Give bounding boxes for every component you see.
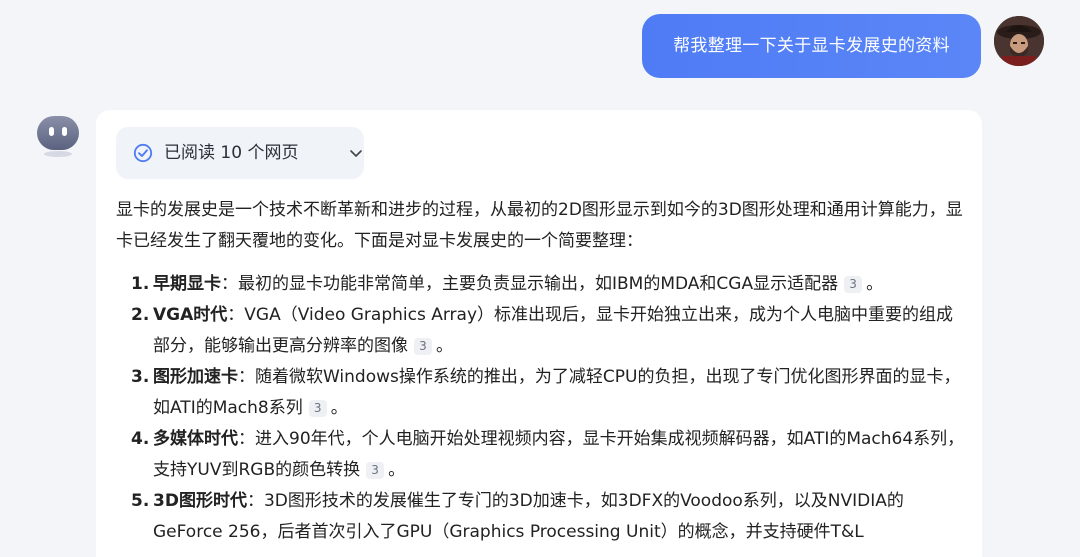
list-item-separator: ： [227,305,245,325]
check-circle-icon [133,143,153,163]
answer-card: 已阅读 10 个网页 显卡的发展史是一个技术不断革新和进步的过程，从最初的2D图… [96,110,982,557]
bot-avatar [35,114,81,158]
history-list: 1. 早期显卡：最初的显卡功能非常简单，主要负责显示输出，如IBM的MDA和CG… [116,269,966,548]
sources-read-toggle[interactable]: 已阅读 10 个网页 [116,127,364,179]
list-item: 5. 3D图形时代：3D图形技术的发展催生了专门的3D加速卡，如3DFX的Voo… [116,486,966,548]
list-item-text: 最初的显卡功能非常简单，主要负责显示输出，如IBM的MDA和CGA显示适配器 [238,274,839,294]
list-item-term: VGA时代 [153,305,228,325]
list-item: 2. VGA时代：VGA（Video Graphics Array）标准出现后，… [116,300,966,362]
list-item-end: 。 [436,336,453,356]
user-message-text: 帮我整理一下关于显卡发展史的资料 [673,36,950,56]
list-item-separator: ： [246,491,264,511]
list-item-end: 。 [866,274,884,294]
list-item-end: 。 [388,460,406,480]
list-item-term: 图形加速卡 [153,367,238,387]
list-item: 4. 多媒体时代：进入90年代，个人电脑开始处理视频内容，显卡开始集成视频解码器… [116,424,966,486]
list-item: 1. 早期显卡：最初的显卡功能非常简单，主要负责显示输出，如IBM的MDA和CG… [116,269,966,300]
list-item: 3. 图形加速卡：随着微软Windows操作系统的推出，为了减轻CPU的负担，出… [116,362,966,424]
list-item-number: 1. [131,274,150,294]
list-item-term: 多媒体时代 [153,429,238,449]
list-item-separator: ： [221,274,238,294]
list-item-number: 3. [131,367,150,387]
list-item-separator: ： [238,367,255,387]
list-item-number: 5. [131,491,150,511]
bot-avatar-icon [37,116,79,157]
list-item-number: 4. [131,429,150,449]
chevron-down-icon [349,147,363,159]
citation-badge[interactable]: 3 [366,462,385,479]
list-item-separator: ： [238,429,255,449]
user-avatar[interactable] [994,16,1044,66]
list-item-end: 。 [330,398,348,418]
citation-badge[interactable]: 3 [308,400,327,417]
list-item-term: 早期显卡 [153,274,221,294]
sources-read-label: 已阅读 10 个网页 [164,143,299,163]
citation-badge[interactable]: 3 [844,276,863,293]
chat-page: 帮我整理一下关于显卡发展史的资料 已阅读 10 个网页 显卡的发展史是一个技术不… [0,0,1080,557]
list-item-term: 3D图形时代 [153,491,247,511]
user-message-bubble: 帮我整理一下关于显卡发展史的资料 [642,14,981,78]
list-item-text: VGA（Video Graphics Array）标准出现后，显卡开始独立出来，… [153,305,954,356]
list-item-text: 进入90年代，个人电脑开始处理视频内容，显卡开始集成视频解码器，如ATI的Mac… [153,429,965,480]
list-item-number: 2. [131,305,150,325]
list-item-text: 随着微软Windows操作系统的推出，为了减轻CPU的负担，出现了专门优化图形界… [153,367,961,418]
citation-badge[interactable]: 3 [414,338,432,355]
answer-intro: 显卡的发展史是一个技术不断革新和进步的过程，从最初的2D图形显示到如今的3D图形… [116,200,963,251]
list-item-text: 3D图形技术的发展催生了专门的3D加速卡，如3DFX的Voodoo系列，以及NV… [153,491,904,542]
user-avatar-image [994,16,1044,66]
